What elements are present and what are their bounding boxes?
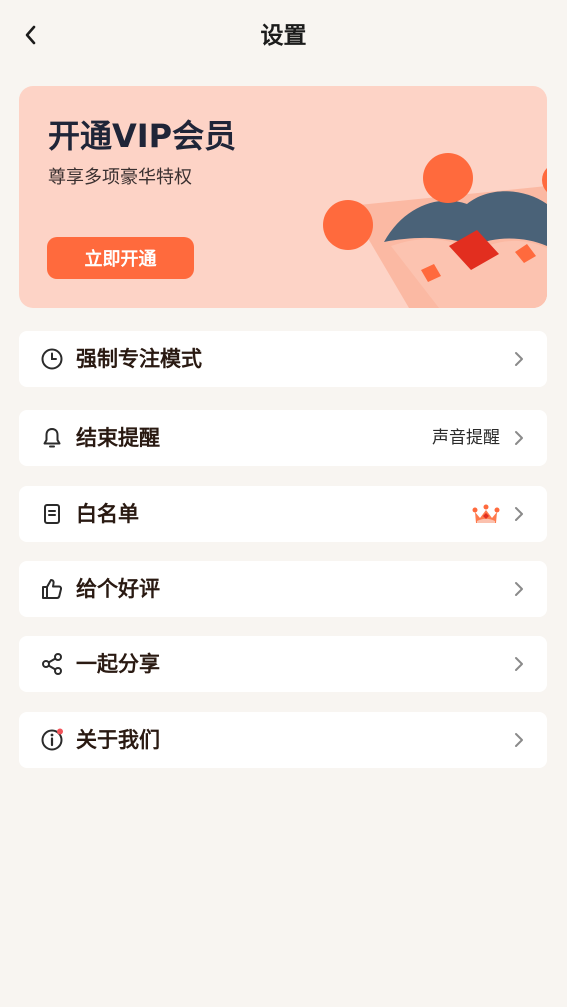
header: 设置 [0,0,567,72]
share-icon [42,653,62,675]
vip-subtitle: 尊享多项豪华特权 [48,167,192,188]
thumbs-up-icon [42,579,63,599]
bell-icon [43,428,61,448]
setting-item-value: 声音提醒 [432,428,500,448]
setting-item-label: 强制专注模式 [76,347,202,371]
vip-banner[interactable]: 开通VIP会员 尊享多项豪华特权 立即开通 [19,86,547,308]
chevron-right-icon [515,352,523,366]
setting-item-end-reminder[interactable]: 结束提醒 声音提醒 [19,410,547,466]
notification-dot [57,728,63,735]
setting-item-about-us[interactable]: 关于我们 [19,712,547,768]
setting-item-label: 关于我们 [76,728,160,752]
clock-icon [41,348,63,370]
chevron-right-icon [515,657,523,671]
document-icon [44,504,60,524]
setting-item-label: 一起分享 [76,652,160,676]
vip-title: 开通VIP会员 [48,117,237,155]
setting-item-label: 结束提醒 [76,426,160,450]
open-vip-button[interactable]: 立即开通 [47,237,194,279]
setting-item-rate-us[interactable]: 给个好评 [19,561,547,617]
chevron-right-icon [515,582,523,596]
setting-item-label: 给个好评 [76,577,160,601]
chevron-right-icon [515,733,523,747]
chevron-right-icon [515,431,523,445]
info-icon [41,728,63,751]
chevron-right-icon [515,507,523,521]
setting-item-share[interactable]: 一起分享 [19,636,547,692]
setting-item-whitelist[interactable]: 白名单 [19,486,547,542]
setting-item-focus-mode[interactable]: 强制专注模式 [19,331,547,387]
vip-crown-icon [472,504,500,523]
page-title: 设置 [260,23,307,49]
setting-item-label: 白名单 [76,502,139,526]
